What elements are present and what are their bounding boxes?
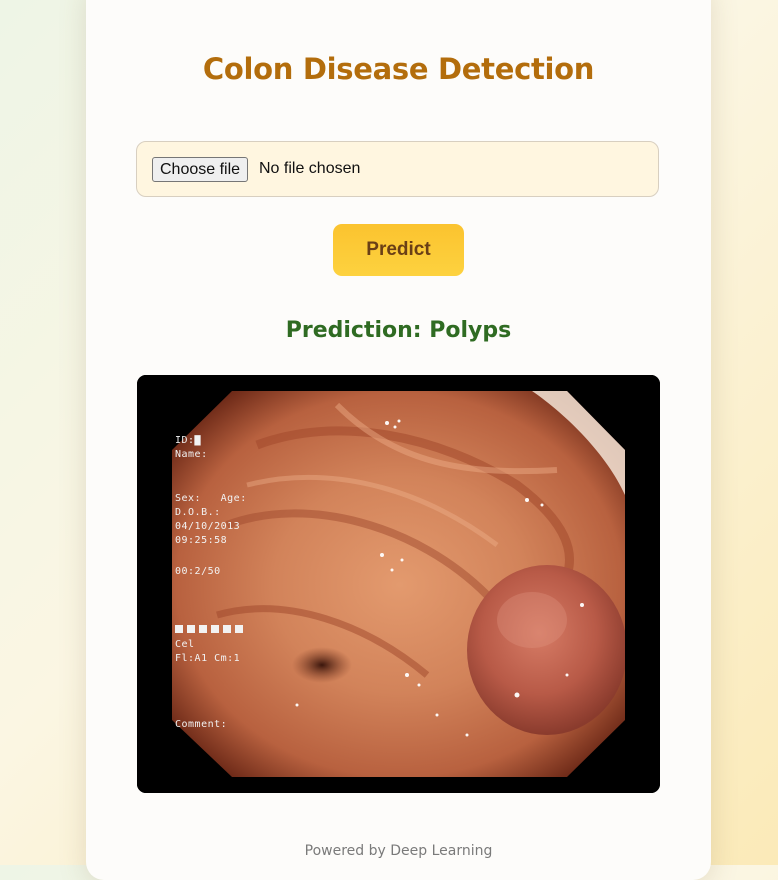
endoscopy-image: ID:▇ Name: Sex: Age: D.O.B.: 04/10/2013 …: [137, 375, 660, 793]
overlay-dob: D.O.B.:: [175, 507, 221, 518]
overlay-time: 09:25:58: [175, 535, 228, 546]
footer-text: Powered by Deep Learning: [304, 843, 493, 859]
overlay-name: Name:: [175, 449, 208, 460]
overlay-id: ID:▇: [175, 435, 202, 446]
overlay-comment: Comment:: [175, 719, 228, 730]
prediction-result: Prediction: Polyps: [285, 318, 512, 343]
choose-file-button[interactable]: Choose file: [152, 157, 249, 182]
overlay-elapsed: 00:2/50: [175, 566, 221, 577]
overlay-ce: Cel: [175, 639, 195, 650]
file-upload-box[interactable]: Choose file No file chosen: [136, 141, 659, 197]
overlay-fl: Fl:A1 Cm:1: [175, 653, 241, 664]
main-card: Colon Disease Detection Choose file No f…: [86, 0, 711, 880]
overlay-sex-age: Sex: Age:: [175, 493, 247, 504]
overlay-date: 04/10/2013: [175, 521, 241, 532]
page-title: Colon Disease Detection: [202, 52, 595, 86]
predict-button[interactable]: Predict: [333, 224, 464, 276]
file-status-text: No file chosen: [259, 160, 361, 177]
colon-endoscopy-picture: [137, 375, 660, 793]
